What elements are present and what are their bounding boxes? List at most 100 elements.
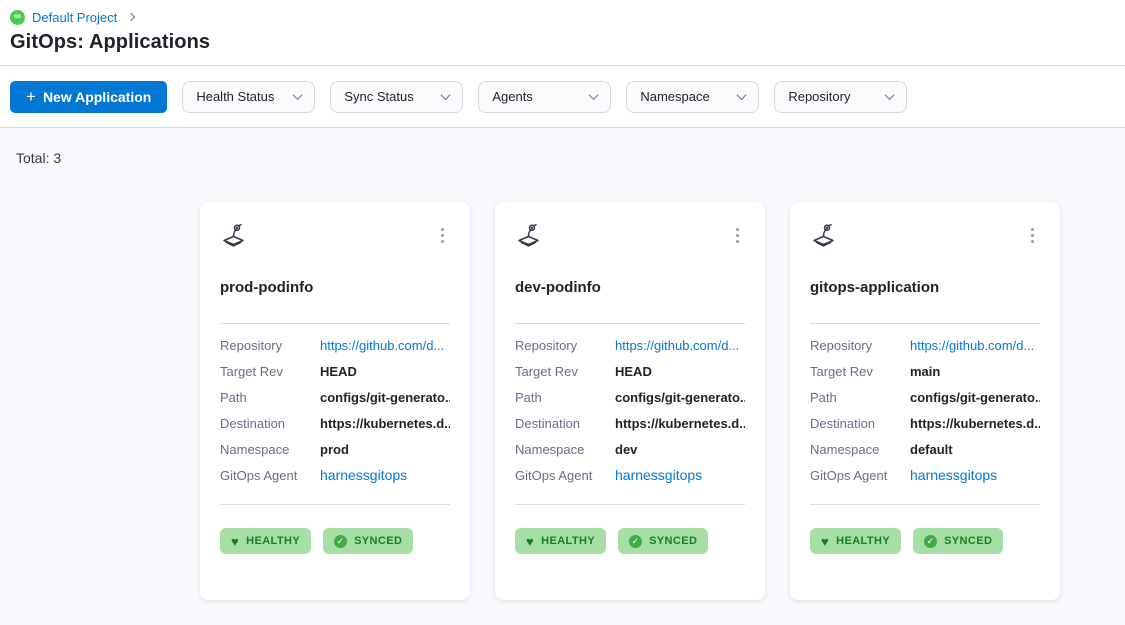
field-value: HEAD [320, 364, 357, 379]
repository-link[interactable]: https://github.com/d... [615, 338, 739, 353]
application-icon [515, 222, 542, 249]
field-value: https://kubernetes.d... [320, 416, 450, 431]
gitops-agent-link[interactable]: harnessgitops [910, 467, 997, 483]
synced-badge: ✓ SYNCED [618, 528, 708, 554]
field-row-gitops-agent: GitOps Agent harnessgitops [810, 462, 1040, 488]
field-value: https://kubernetes.d... [615, 416, 745, 431]
filter-label: Agents [492, 89, 532, 104]
field-label: Destination [220, 416, 320, 431]
check-circle-icon: ✓ [629, 535, 642, 548]
chevron-down-icon [589, 90, 599, 100]
field-label: Namespace [220, 442, 320, 457]
total-count: Total: 3 [16, 150, 1125, 166]
field-label: GitOps Agent [810, 468, 910, 483]
field-row-destination: Destination https://kubernetes.d... [220, 410, 450, 436]
new-application-button[interactable]: + New Application [10, 81, 167, 113]
filter-namespace[interactable]: Namespace [626, 81, 759, 113]
filter-label: Health Status [196, 89, 274, 104]
chevron-down-icon [885, 90, 895, 100]
divider [220, 504, 450, 505]
heart-icon: ♥ [821, 535, 829, 548]
field-label: Path [515, 390, 615, 405]
check-circle-icon: ✓ [924, 535, 937, 548]
application-card-prod-podinfo[interactable]: prod-podinfo Repository https://github.c… [200, 202, 470, 600]
new-application-label: New Application [43, 89, 151, 105]
page-title: GitOps: Applications [10, 31, 1115, 54]
field-row-repository: Repository https://github.com/d... [810, 332, 1040, 358]
field-label: Target Rev [220, 364, 320, 379]
field-label: Repository [515, 338, 615, 353]
field-row-target-rev: Target Rev HEAD [220, 358, 450, 384]
field-label: Target Rev [810, 364, 910, 379]
healthy-badge: ♥ HEALTHY [515, 528, 606, 554]
field-row-path: Path configs/git-generato... [515, 384, 745, 410]
field-value: default [910, 442, 953, 457]
field-label: Destination [810, 416, 910, 431]
field-label: GitOps Agent [220, 468, 320, 483]
filter-repository[interactable]: Repository [774, 81, 907, 113]
filter-sync-status[interactable]: Sync Status [330, 81, 463, 113]
application-card-dev-podinfo[interactable]: dev-podinfo Repository https://github.co… [495, 202, 765, 600]
divider [515, 323, 745, 324]
gitops-agent-link[interactable]: harnessgitops [320, 467, 407, 483]
toolbar: + New Application Health Status Sync Sta… [0, 66, 1125, 128]
plus-icon: + [26, 88, 36, 105]
card-menu-button[interactable] [435, 224, 450, 247]
chevron-down-icon [441, 90, 451, 100]
application-name: gitops-application [810, 279, 1040, 296]
field-row-destination: Destination https://kubernetes.d... [810, 410, 1040, 436]
field-value: https://kubernetes.d... [910, 416, 1040, 431]
field-row-path: Path configs/git-generato... [220, 384, 450, 410]
field-row-destination: Destination https://kubernetes.d... [515, 410, 745, 436]
field-value: dev [615, 442, 637, 457]
repository-link[interactable]: https://github.com/d... [910, 338, 1034, 353]
field-label: Repository [220, 338, 320, 353]
field-label: Path [810, 390, 910, 405]
filter-label: Sync Status [344, 89, 413, 104]
field-label: Destination [515, 416, 615, 431]
application-card-gitops-application[interactable]: gitops-application Repository https://gi… [790, 202, 1060, 600]
healthy-badge: ♥ HEALTHY [810, 528, 901, 554]
field-label: Repository [810, 338, 910, 353]
field-row-gitops-agent: GitOps Agent harnessgitops [220, 462, 450, 488]
application-icon [220, 222, 247, 249]
field-label: Path [220, 390, 320, 405]
field-value: HEAD [615, 364, 652, 379]
check-circle-icon: ✓ [334, 535, 347, 548]
field-value: configs/git-generato... [910, 390, 1040, 405]
field-label: GitOps Agent [515, 468, 615, 483]
filter-agents[interactable]: Agents [478, 81, 611, 113]
applications-grid: prod-podinfo Repository https://github.c… [200, 202, 1125, 600]
field-label: Target Rev [515, 364, 615, 379]
field-row-namespace: Namespace prod [220, 436, 450, 462]
filter-label: Repository [788, 89, 850, 104]
chevron-down-icon [737, 90, 747, 100]
application-name: dev-podinfo [515, 279, 745, 296]
field-row-target-rev: Target Rev main [810, 358, 1040, 384]
card-menu-button[interactable] [730, 224, 745, 247]
field-value: main [910, 364, 940, 379]
repository-link[interactable]: https://github.com/d... [320, 338, 444, 353]
filter-health-status[interactable]: Health Status [182, 81, 315, 113]
field-row-namespace: Namespace default [810, 436, 1040, 462]
card-menu-button[interactable] [1025, 224, 1040, 247]
field-label: Namespace [810, 442, 910, 457]
healthy-badge: ♥ HEALTHY [220, 528, 311, 554]
gitops-project-icon: ∞ [10, 10, 25, 25]
chevron-down-icon [293, 90, 303, 100]
page-header: ∞ Default Project GitOps: Applications [0, 0, 1125, 66]
chevron-right-icon [127, 13, 135, 21]
synced-badge: ✓ SYNCED [323, 528, 413, 554]
field-row-path: Path configs/git-generato... [810, 384, 1040, 410]
field-row-repository: Repository https://github.com/d... [220, 332, 450, 358]
field-value: prod [320, 442, 349, 457]
breadcrumb-project-link[interactable]: Default Project [32, 10, 117, 25]
field-value: configs/git-generato... [320, 390, 450, 405]
divider [515, 504, 745, 505]
field-row-repository: Repository https://github.com/d... [515, 332, 745, 358]
gitops-agent-link[interactable]: harnessgitops [615, 467, 702, 483]
filter-label: Namespace [640, 89, 709, 104]
divider [810, 323, 1040, 324]
field-label: Namespace [515, 442, 615, 457]
heart-icon: ♥ [231, 535, 239, 548]
